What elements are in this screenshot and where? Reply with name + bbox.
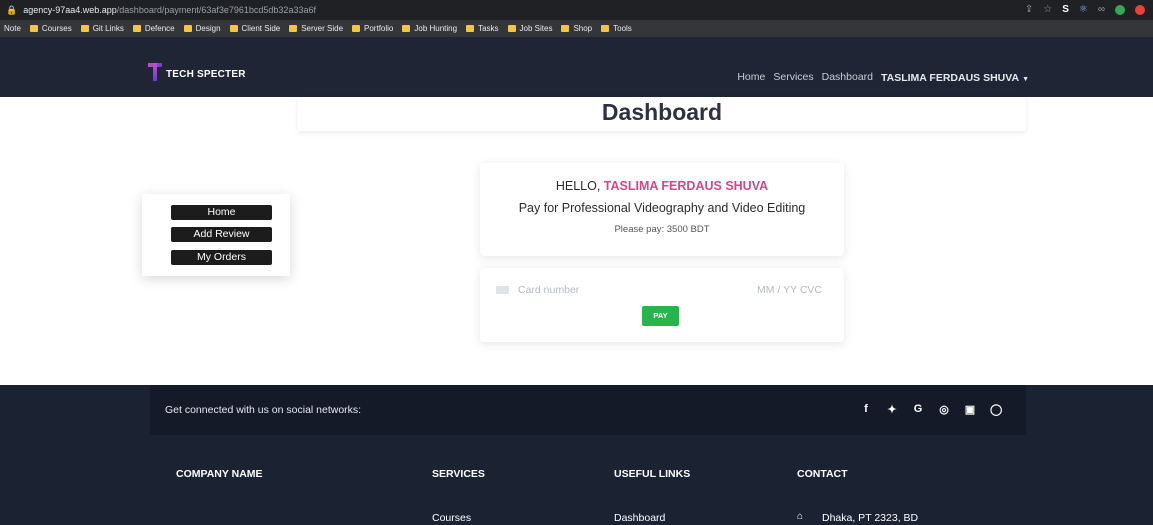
bookmark-label: Server Side xyxy=(301,24,344,33)
instagram-icon[interactable]: ◎ xyxy=(938,403,950,416)
nav-link-dashboard[interactable]: Dashboard xyxy=(822,71,873,83)
bookmark-label: Portfolio xyxy=(364,24,394,33)
footer-link-dashboard[interactable]: Dashboard xyxy=(614,512,665,524)
bookmark-client-side[interactable]: Client Side xyxy=(229,24,281,33)
url-host: agency-97aa4.web.app xyxy=(23,5,117,15)
bookmark-label: Job Hunting xyxy=(414,24,458,33)
social-icons: f ✦ G ◎ ▣ ◯ xyxy=(860,403,1002,416)
bookmark-portfolio[interactable]: Portfolio xyxy=(352,24,393,33)
bookmarks-bar: Note Courses Git Links Defence Design Cl… xyxy=(0,20,1153,37)
card-number-input[interactable]: Card number xyxy=(518,284,579,296)
sidebar-add-review-button[interactable]: Add Review xyxy=(171,227,272,242)
bookmark-label: Courses xyxy=(41,24,72,33)
folder-icon xyxy=(80,25,89,32)
bookmark-job-sites[interactable]: Job Sites xyxy=(507,24,553,33)
facebook-icon[interactable]: f xyxy=(860,403,872,416)
pay-button[interactable]: PAY xyxy=(642,306,679,326)
user-name: TASLIMA FERDAUS SHUVA xyxy=(881,72,1020,84)
extension-g-icon[interactable] xyxy=(1115,5,1125,15)
bookmark-label: Tasks xyxy=(478,24,499,33)
bookmark-label: Note xyxy=(4,24,21,33)
footer-heading-services: SERVICES xyxy=(432,468,485,480)
logo-t-icon xyxy=(148,63,162,85)
bookmark-label: Shop xyxy=(573,24,593,33)
card-expiry-cvc-input[interactable]: MM / YY CVC xyxy=(757,284,822,296)
dashboard-sidebar: Home Add Review My Orders xyxy=(142,194,290,276)
bookmark-design[interactable]: Design xyxy=(183,24,221,33)
card-payment-form: Card number MM / YY CVC PAY xyxy=(480,268,844,342)
bookmark-label: Defence xyxy=(144,24,175,33)
footer-heading-contact: CONTACT xyxy=(797,468,848,480)
bookmark-label: Git Links xyxy=(92,24,124,33)
bookmark-label: Client Side xyxy=(241,24,281,33)
price-text: Please pay: 3500 BDT xyxy=(614,224,710,235)
extension-react-icon[interactable]: ⚛ xyxy=(1079,4,1088,16)
folder-icon xyxy=(466,25,475,32)
footer-heading-company: COMPANY NAME xyxy=(176,468,263,480)
bookmark-label: Job Sites xyxy=(519,24,553,33)
folder-icon xyxy=(289,25,298,32)
twitter-icon[interactable]: ✦ xyxy=(886,403,898,416)
folder-icon xyxy=(183,25,192,32)
credit-card-icon xyxy=(496,286,509,294)
site-footer: Get connected with us on social networks… xyxy=(0,385,1153,525)
bookmark-label: Tools xyxy=(613,24,632,33)
extension-glasses-icon[interactable]: ∞ xyxy=(1098,4,1105,16)
folder-icon xyxy=(601,25,610,32)
page-title: Dashboard xyxy=(601,99,723,125)
logo-text: TECH SPECTER xyxy=(166,68,246,80)
bookmark-courses[interactable]: Courses xyxy=(29,24,72,33)
folder-icon xyxy=(29,25,38,32)
linkedin-icon[interactable]: ▣ xyxy=(964,403,976,416)
greeting-line: HELLO, TASLIMA FERDAUS SHUVA xyxy=(480,179,844,193)
extension-red-icon[interactable] xyxy=(1135,5,1145,15)
folder-icon xyxy=(229,25,238,32)
sidebar-my-orders-button[interactable]: My Orders xyxy=(171,250,272,265)
extension-s-icon[interactable]: S xyxy=(1062,4,1069,16)
folder-icon xyxy=(352,25,361,32)
dashboard-header-card: Dashboard xyxy=(298,97,1026,131)
caret-down-icon: ▼ xyxy=(1022,76,1029,83)
bookmark-git-links[interactable]: Git Links xyxy=(80,24,124,33)
bookmark-note[interactable]: Note xyxy=(4,24,21,33)
greeting-hello: HELLO, xyxy=(555,179,601,193)
github-icon[interactable]: ◯ xyxy=(990,403,1002,416)
browser-url-bar[interactable]: 🔒 agency-97aa4.web.app /dashboard/paymen… xyxy=(0,0,1153,20)
folder-icon xyxy=(507,25,516,32)
nav-link-home[interactable]: Home xyxy=(737,71,765,83)
social-text: Get connected with us on social networks… xyxy=(165,404,362,416)
bookmark-shop[interactable]: Shop xyxy=(561,24,592,33)
folder-icon xyxy=(132,25,141,32)
service-name: Pay for Professional Videography and Vid… xyxy=(518,201,806,215)
social-band: Get connected with us on social networks… xyxy=(150,385,1026,435)
bookmark-tools[interactable]: Tools xyxy=(601,24,632,33)
user-menu[interactable]: TASLIMA FERDAUS SHUVA ▼ xyxy=(881,68,1029,86)
footer-link-courses[interactable]: Courses xyxy=(432,512,471,524)
footer-contact-address: Dhaka, PT 2323, BD xyxy=(822,512,919,524)
lock-icon: 🔒 xyxy=(6,4,18,15)
bookmark-defence[interactable]: Defence xyxy=(132,24,175,33)
payment-summary-card: HELLO, TASLIMA FERDAUS SHUVA Pay for Pro… xyxy=(480,163,844,256)
nav-links: Home Services Dashboard TASLIMA FERDAUS … xyxy=(737,68,1029,86)
site-logo[interactable]: TECH SPECTER xyxy=(148,63,246,85)
site-navbar: TECH SPECTER Home Services Dashboard TAS… xyxy=(0,37,1153,97)
star-icon[interactable]: ☆ xyxy=(1043,4,1052,16)
bookmark-label: Design xyxy=(195,24,221,33)
folder-icon xyxy=(402,25,411,32)
url-path: /dashboard/payment/63af3e7961bcd5db32a33… xyxy=(116,5,316,15)
bookmark-tasks[interactable]: Tasks xyxy=(466,24,499,33)
nav-link-services[interactable]: Services xyxy=(773,71,813,83)
footer-heading-useful-links: USEFUL LINKS xyxy=(614,468,691,480)
bookmark-job-hunting[interactable]: Job Hunting xyxy=(402,24,457,33)
sidebar-home-button[interactable]: Home xyxy=(171,205,272,220)
folder-icon xyxy=(561,25,570,32)
browser-toolbar-icons: ⇪ ☆ S ⚛ ∞ xyxy=(1025,4,1145,16)
home-icon: ⌂ xyxy=(797,511,804,522)
google-icon[interactable]: G xyxy=(912,403,924,416)
bookmark-server-side[interactable]: Server Side xyxy=(289,24,343,33)
share-icon[interactable]: ⇪ xyxy=(1025,4,1033,16)
greeting-user-name: TASLIMA FERDAUS SHUVA xyxy=(603,179,769,193)
